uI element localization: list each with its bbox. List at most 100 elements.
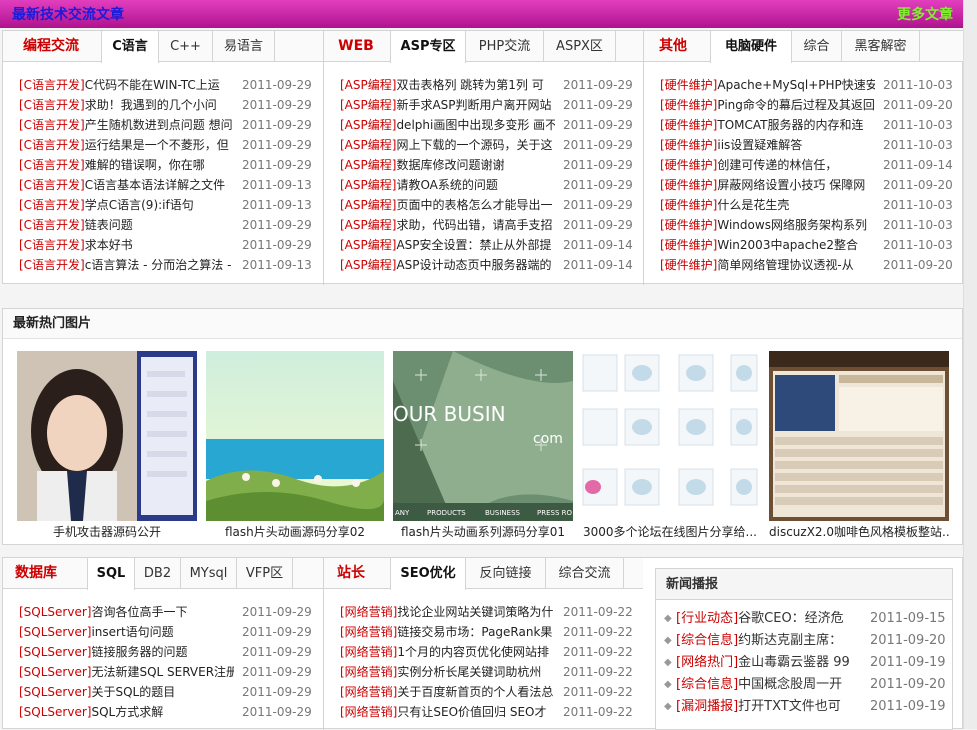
- article-title[interactable]: 简单网络管理协议透视-从: [717, 258, 853, 272]
- image-caption[interactable]: 手机攻击器源码公开: [17, 523, 197, 540]
- category-tag[interactable]: [ASP编程]: [340, 118, 396, 132]
- article-title[interactable]: ASP设计动态页中服务器端的: [396, 258, 551, 272]
- article-title[interactable]: 页面中的表格怎么才能导出一: [396, 198, 552, 212]
- article-title[interactable]: 运行结果是一个不菱形，但: [85, 138, 229, 152]
- article-title[interactable]: 实例分析长尾关键词助杭州: [397, 665, 541, 679]
- article-link[interactable]: [C语言开发]求本好书: [19, 235, 234, 255]
- article-link[interactable]: [ASP编程]网上下载的一个源码，关于这: [340, 135, 555, 155]
- article-title[interactable]: 网上下载的一个源码，关于这: [396, 138, 552, 152]
- category-tag[interactable]: [SQLServer]: [19, 625, 91, 639]
- article-title[interactable]: 请教OA系统的问题: [396, 178, 497, 192]
- list-item[interactable]: [硬件维护]Apache+MySql+PHP快速安 2011-10-03: [644, 75, 964, 95]
- category-tag[interactable]: [网络营销]: [340, 705, 397, 719]
- list-item[interactable]: [网络营销]1个月的内容页优化使网站排 2011-09-22: [324, 642, 643, 662]
- article-link[interactable]: [ASP编程]ASP设计动态页中服务器端的: [340, 255, 555, 275]
- list-item[interactable]: [C语言开发]难解的错误啊，你在哪 2011-09-29: [3, 155, 323, 175]
- list-item[interactable]: [硬件维护]TOMCAT服务器的内存和连 2011-10-03: [644, 115, 964, 135]
- article-link[interactable]: [硬件维护]TOMCAT服务器的内存和连: [660, 115, 875, 135]
- category-tag[interactable]: [网络营销]: [340, 645, 397, 659]
- article-link[interactable]: [C语言开发]C语言基本语法详解之文件: [19, 175, 234, 195]
- list-item[interactable]: [ASP编程]新手求ASP判断用户离开网站 2011-09-29: [324, 95, 643, 115]
- article-link[interactable]: [ASP编程]请教OA系统的问题: [340, 175, 555, 195]
- tab-c-language[interactable]: C语言: [101, 31, 159, 63]
- article-link[interactable]: [SQLServer]无法新建SQL SERVER注册: [19, 662, 234, 682]
- category-tag[interactable]: [C语言开发]: [19, 78, 85, 92]
- article-title[interactable]: 链表问题: [85, 218, 133, 232]
- category-tag[interactable]: [硬件维护]: [660, 178, 717, 192]
- list-item[interactable]: [C语言开发]c语言算法 - 分而治之算法 - 2011-09-13: [3, 255, 323, 275]
- tab-web[interactable]: WEB: [324, 31, 388, 62]
- tab-mysql[interactable]: MYsql: [181, 558, 237, 589]
- category-tag[interactable]: [C语言开发]: [19, 98, 85, 112]
- article-title[interactable]: 双击表格列 跳转为第1列 可: [396, 78, 543, 92]
- article-title[interactable]: iis设置疑难解答: [717, 138, 802, 152]
- news-item[interactable]: ◆ [网络热门]金山毒霸云鉴器 99 2011-09-19: [656, 652, 952, 674]
- tab-general[interactable]: 综合: [792, 31, 842, 62]
- article-title[interactable]: 新手求ASP判断用户离开网站: [396, 98, 551, 112]
- article-title[interactable]: 什么是花生壳: [717, 198, 789, 212]
- article-title[interactable]: C语言基本语法详解之文件: [85, 178, 225, 192]
- list-item[interactable]: [硬件维护]创建可传递的林信任， 2011-09-14: [644, 155, 964, 175]
- category-tag[interactable]: [C语言开发]: [19, 198, 85, 212]
- news-link[interactable]: [网络热门]金山毒霸云鉴器 99: [676, 652, 861, 674]
- category-tag[interactable]: [ASP编程]: [340, 98, 396, 112]
- list-item[interactable]: [SQLServer]链接服务器的问题 2011-09-29: [3, 642, 323, 662]
- thumbnail-image[interactable]: [769, 351, 949, 521]
- tab-hardware[interactable]: 电脑硬件: [710, 31, 792, 63]
- category-tag[interactable]: [ASP编程]: [340, 198, 396, 212]
- article-title[interactable]: 数据库修改问题谢谢: [396, 158, 504, 172]
- tab-discussion[interactable]: 综合交流: [546, 558, 624, 589]
- article-link[interactable]: [网络营销]找论企业网站关键词策略为什: [340, 602, 555, 622]
- category-tag[interactable]: [硬件维护]: [660, 218, 717, 232]
- category-tag[interactable]: [综合信息]: [676, 633, 738, 648]
- article-title[interactable]: insert语句问题: [91, 625, 173, 639]
- article-link[interactable]: [硬件维护]Apache+MySql+PHP快速安: [660, 75, 875, 95]
- tab-seo[interactable]: SEO优化: [390, 558, 466, 590]
- image-card[interactable]: 手机攻击器源码公开: [17, 351, 197, 539]
- category-tag[interactable]: [SQLServer]: [19, 665, 91, 679]
- list-item[interactable]: [硬件维护]Ping命令的幕后过程及其返回 2011-09-20: [644, 95, 964, 115]
- news-item[interactable]: ◆ [漏洞播报]打开TXT文件也可 2011-09-19: [656, 696, 952, 718]
- tab-programming[interactable]: 编程交流: [3, 31, 99, 62]
- thumbnail-image[interactable]: OUR BUSIN com ANY PRODUCTS BUSINESS PRES…: [393, 351, 573, 521]
- list-item[interactable]: [C语言开发]链表问题 2011-09-29: [3, 215, 323, 235]
- category-tag[interactable]: [C语言开发]: [19, 138, 85, 152]
- article-link[interactable]: [SQLServer]关于SQL的题目: [19, 682, 234, 702]
- article-title[interactable]: 1个月的内容页优化使网站排: [397, 645, 549, 659]
- article-link[interactable]: [ASP编程]求助，代码出错，请高手支招: [340, 215, 555, 235]
- tab-hacker[interactable]: 黑客解密: [842, 31, 920, 62]
- list-item[interactable]: [SQLServer]insert语句问题 2011-09-29: [3, 622, 323, 642]
- news-link[interactable]: [综合信息]中国概念股周一开: [676, 674, 861, 696]
- category-tag[interactable]: [网络营销]: [340, 625, 397, 639]
- vertical-scrollbar[interactable]: [963, 0, 977, 729]
- category-tag[interactable]: [硬件维护]: [660, 258, 717, 272]
- article-title[interactable]: 关于百度新首页的个人看法总: [397, 685, 553, 699]
- article-link[interactable]: [硬件维护]什么是花生壳: [660, 195, 875, 215]
- category-tag[interactable]: [C语言开发]: [19, 238, 85, 252]
- list-item[interactable]: [ASP编程]ASP设计动态页中服务器端的 2011-09-14: [324, 255, 643, 275]
- article-link[interactable]: [硬件维护]Ping命令的幕后过程及其返回: [660, 95, 875, 115]
- article-link[interactable]: [C语言开发]学点C语言(9):if语句: [19, 195, 234, 215]
- article-link[interactable]: [C语言开发]链表问题: [19, 215, 234, 235]
- article-link[interactable]: [ASP编程]数据库修改问题谢谢: [340, 155, 555, 175]
- category-tag[interactable]: [ASP编程]: [340, 158, 396, 172]
- image-card[interactable]: discuzX2.0咖啡色风格模板整站...: [769, 351, 949, 539]
- article-title[interactable]: 求本好书: [85, 238, 133, 252]
- category-tag[interactable]: [ASP编程]: [340, 138, 396, 152]
- article-title[interactable]: 只有让SEO价值回归 SEO才: [397, 705, 546, 719]
- category-tag[interactable]: [综合信息]: [676, 677, 738, 692]
- tab-webmaster[interactable]: 站长: [324, 558, 378, 589]
- article-title[interactable]: C代码不能在WIN-TC上运: [85, 78, 220, 92]
- list-item[interactable]: [C语言开发]求助！我遇到的几个小问 2011-09-29: [3, 95, 323, 115]
- list-item[interactable]: [硬件维护]Windows网络服务架构系列 2011-10-03: [644, 215, 964, 235]
- list-item[interactable]: [ASP编程]请教OA系统的问题 2011-09-29: [324, 175, 643, 195]
- news-item[interactable]: ◆ [行业动态]谷歌CEO：经济危 2011-09-15: [656, 608, 952, 630]
- category-tag[interactable]: [C语言开发]: [19, 118, 85, 132]
- category-tag[interactable]: [行业动态]: [676, 611, 738, 626]
- list-item[interactable]: [网络营销]关于百度新首页的个人看法总 2011-09-22: [324, 682, 643, 702]
- list-item[interactable]: [C语言开发]学点C语言(9):if语句 2011-09-13: [3, 195, 323, 215]
- list-item[interactable]: [C语言开发]产生随机数进到点问题 想问 2011-09-29: [3, 115, 323, 135]
- article-link[interactable]: [硬件维护]简单网络管理协议透视-从: [660, 255, 875, 275]
- article-link[interactable]: [网络营销]链接交易市场：PageRank果: [340, 622, 555, 642]
- category-tag[interactable]: [网络营销]: [340, 605, 397, 619]
